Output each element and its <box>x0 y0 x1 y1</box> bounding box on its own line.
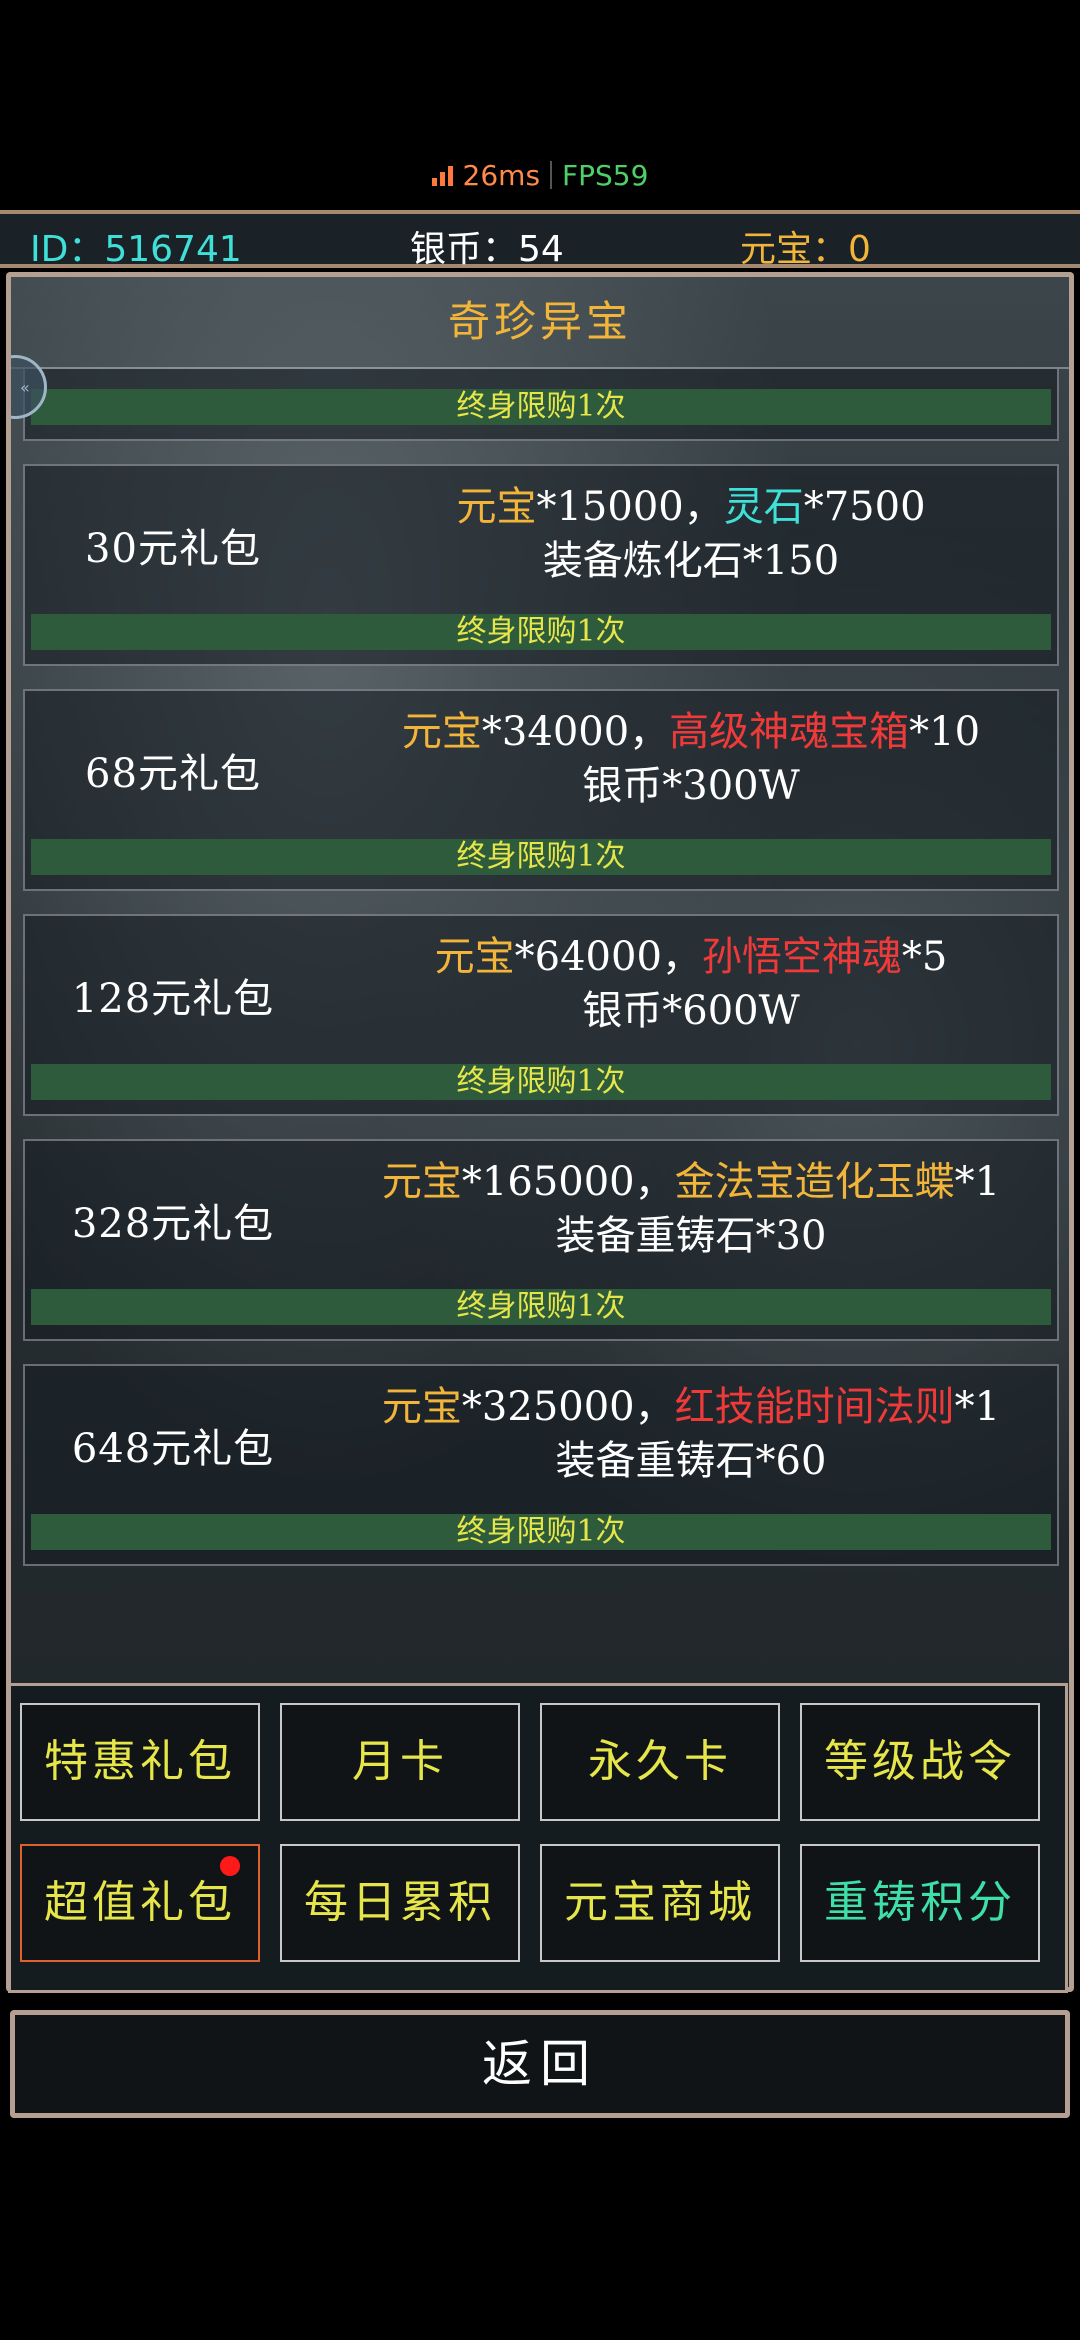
pack-rewards-line1: 元宝*165000，金法宝造化玉蝶*1 <box>321 1149 1061 1207</box>
pack-rewards-line2: 银币*600W <box>582 988 800 1034</box>
reward-text: 孙悟空神魂 <box>701 934 902 980</box>
pack-rewards-line2: 装备重铸石*60 <box>555 1438 827 1484</box>
reward-text: 金法宝造化玉蝶 <box>674 1159 955 1205</box>
reward-text: *64000， <box>514 934 702 980</box>
purchase-limit-bar: 终身限购1次 <box>31 1064 1051 1100</box>
gift-pack-card[interactable]: 30元礼包 元宝*15000，灵石*7500 装备炼化石*150 终身限购1次 <box>23 464 1059 666</box>
tab-button[interactable]: 超值礼包 <box>20 1844 260 1962</box>
gift-pack-card[interactable]: 648元礼包 元宝*325000，红技能时间法则*1 装备重铸石*60 终身限购1次 <box>23 1364 1059 1566</box>
pack-rewards-line1: 元宝*15000，灵石*7500 <box>321 474 1061 532</box>
reward-text: *15000， <box>536 484 724 530</box>
reward-text: 灵石 <box>723 484 804 530</box>
panel-title: 奇珍异宝 <box>11 277 1069 369</box>
pack-name: 328元礼包 <box>71 1201 275 1247</box>
shop-tab-grid: 特惠礼包 月卡 永久卡 等级战令超值礼包 每日累积 元宝商城 重铸积分 <box>8 1683 1068 1993</box>
tab-label: 超值礼包 <box>44 1877 236 1928</box>
yuanbao-count: 元宝：0 <box>740 229 871 270</box>
reward-text: *1 <box>954 1384 1001 1430</box>
gift-pack-card[interactable]: 328元礼包 元宝*165000，金法宝造化玉蝶*1 装备重铸石*30 终身限购1次 <box>23 1139 1059 1341</box>
purchase-limit-bar: 终身限购1次 <box>31 389 1051 425</box>
tab-button[interactable]: 特惠礼包 <box>20 1703 260 1821</box>
silver-count: 银币：54 <box>410 229 564 270</box>
pack-rewards-line2: 装备炼化石*150 <box>542 538 840 584</box>
status-bar: 26ms FPS59 <box>0 150 1080 200</box>
signal-icon <box>431 164 453 186</box>
gift-pack-card[interactable]: 6元礼包元宝*3000，灵石*1000银币*60W终身限购1次 <box>23 369 1059 441</box>
tab-button[interactable]: 等级战令 <box>800 1703 1040 1821</box>
reward-text: *325000， <box>461 1384 675 1430</box>
purchase-limit-bar: 终身限购1次 <box>31 839 1051 875</box>
reward-text: 元宝 <box>456 484 537 530</box>
player-id: ID：516741 <box>30 229 242 270</box>
collapse-icon: « <box>20 378 30 397</box>
tab-button[interactable]: 永久卡 <box>540 1703 780 1821</box>
tab-label: 特惠礼包 <box>44 1736 236 1787</box>
reward-text: *5 <box>901 934 948 980</box>
currency-bar: ID：516741 银币：54 元宝：0 <box>0 210 1080 270</box>
reward-text: *34000， <box>481 709 670 755</box>
fps-text: FPS59 <box>562 158 649 192</box>
reward-text: 元宝 <box>401 709 482 755</box>
pack-rewards-line1: 元宝*64000，孙悟空神魂*5 <box>321 924 1061 982</box>
reward-text: *1 <box>954 1159 1001 1205</box>
pack-name: 68元礼包 <box>85 751 261 797</box>
notification-dot-icon <box>220 1856 240 1876</box>
tab-label: 每日累积 <box>304 1877 496 1928</box>
gift-pack-card[interactable]: 128元礼包 元宝*64000，孙悟空神魂*5 银币*600W 终身限购1次 <box>23 914 1059 1116</box>
reward-text: *165000， <box>461 1159 675 1205</box>
purchase-limit-bar: 终身限购1次 <box>31 1514 1051 1550</box>
tab-label: 重铸积分 <box>824 1877 1016 1928</box>
ping-text: 26ms <box>462 158 541 192</box>
tab-button[interactable]: 每日累积 <box>280 1844 520 1962</box>
tab-label: 永久卡 <box>588 1736 732 1787</box>
reward-text: *7500 <box>803 484 926 530</box>
reward-text: *10 <box>909 709 981 755</box>
pack-rewards-line2: 装备重铸石*30 <box>555 1213 827 1259</box>
status-divider <box>550 161 553 189</box>
pack-name: 30元礼包 <box>85 526 261 572</box>
purchase-limit-bar: 终身限购1次 <box>31 1289 1051 1325</box>
tab-label: 等级战令 <box>824 1736 1016 1787</box>
back-button[interactable]: 返回 <box>10 2010 1070 2118</box>
reward-text: 元宝 <box>381 1384 462 1430</box>
tab-button[interactable]: 月卡 <box>280 1703 520 1821</box>
pack-rewards-line2: 银币*300W <box>582 763 800 809</box>
tab-button[interactable]: 元宝商城 <box>540 1844 780 1962</box>
pack-name: 128元礼包 <box>71 976 275 1022</box>
tab-label: 元宝商城 <box>564 1877 756 1928</box>
tab-label: 月卡 <box>352 1736 448 1787</box>
tab-button[interactable]: 重铸积分 <box>800 1844 1040 1962</box>
reward-text: 高级神魂宝箱 <box>669 709 910 755</box>
pack-rewards-line1: 元宝*34000，高级神魂宝箱*10 <box>321 699 1061 757</box>
gift-pack-card[interactable]: 68元礼包 元宝*34000，高级神魂宝箱*10 银币*300W 终身限购1次 <box>23 689 1059 891</box>
reward-text: 红技能时间法则 <box>674 1384 955 1430</box>
pack-list[interactable]: 6元礼包元宝*3000，灵石*1000银币*60W终身限购1次30元礼包元宝*1… <box>11 369 1069 1691</box>
reward-text: 元宝 <box>434 934 515 980</box>
purchase-limit-bar: 终身限购1次 <box>31 614 1051 650</box>
reward-text: 元宝 <box>381 1159 462 1205</box>
pack-name: 648元礼包 <box>71 1426 275 1472</box>
pack-rewards-line1: 元宝*325000，红技能时间法则*1 <box>321 1374 1061 1432</box>
